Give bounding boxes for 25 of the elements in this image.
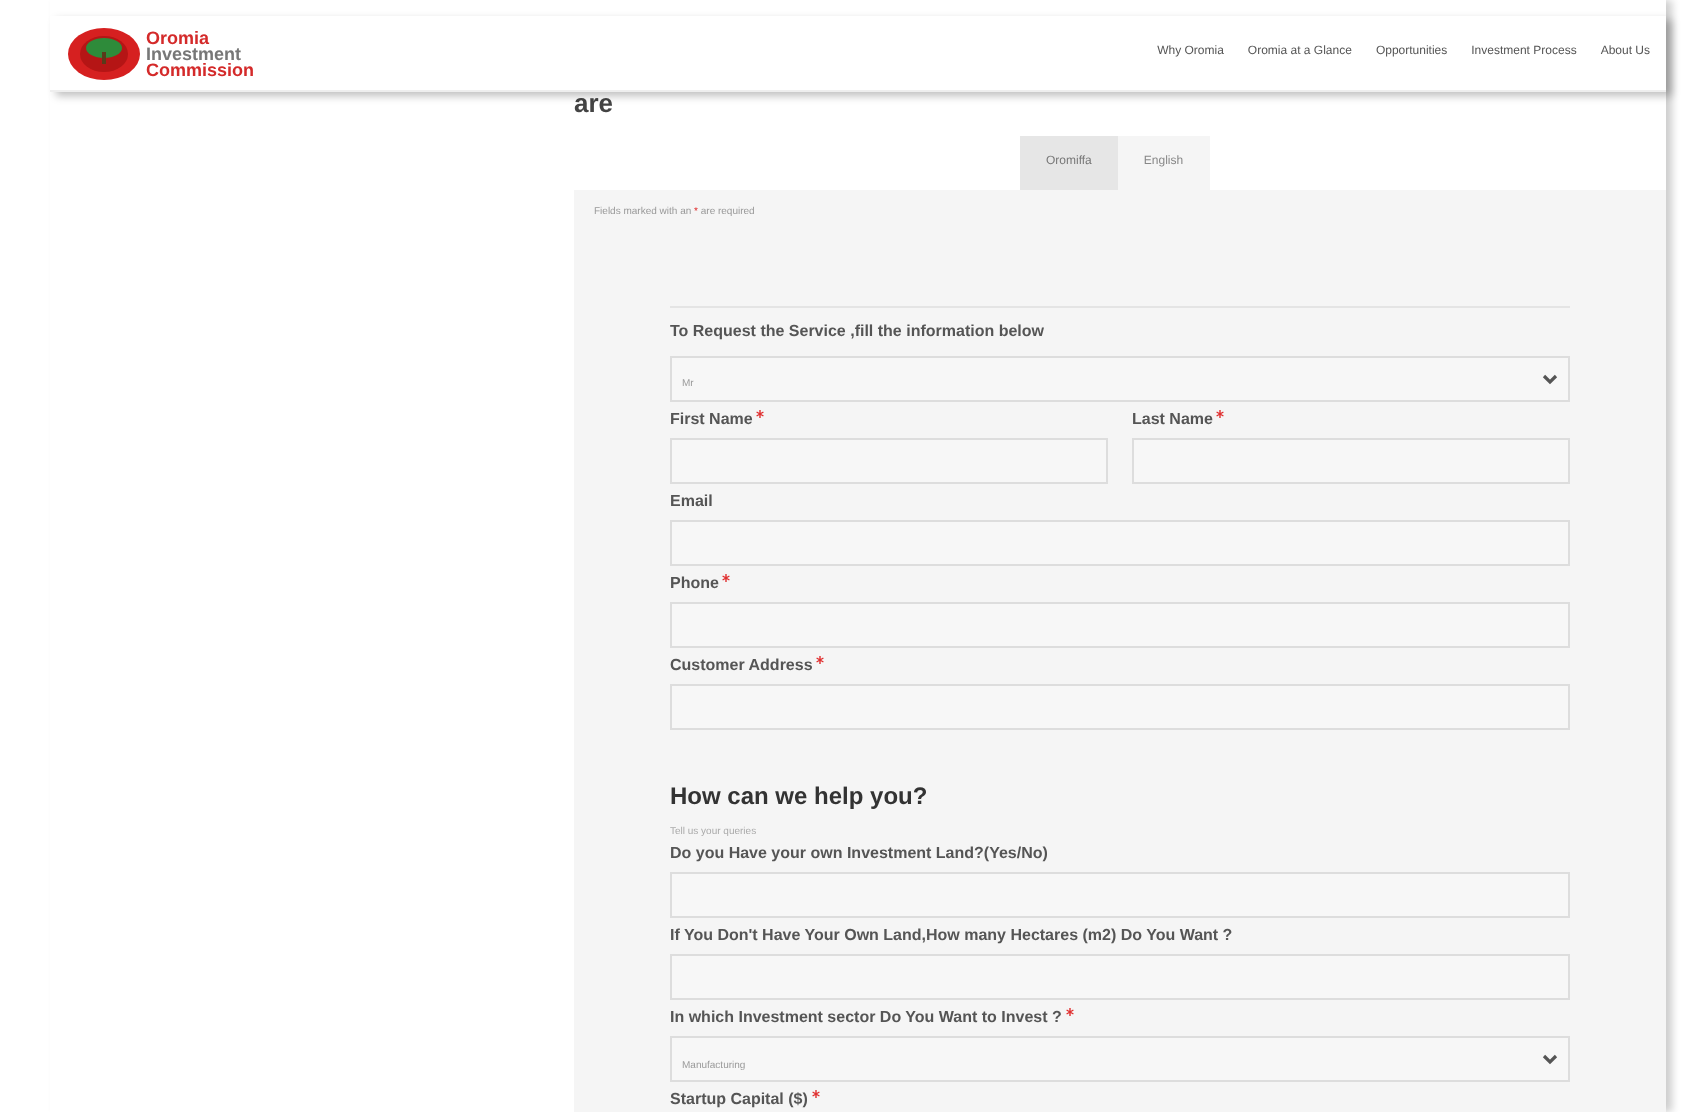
field-label: Last Name <box>1132 409 1213 429</box>
logo-text: Investment <box>146 45 242 61</box>
field-label: Phone <box>670 573 719 593</box>
input-field[interactable] <box>670 601 1570 647</box>
field-label: If You Don't Have Your Own Land,How many Hectares (m2) Do You Want ? <box>670 926 1233 946</box>
section-heading: How can we help you? <box>670 779 930 813</box>
field-label: In which Investment sector Do You Want to Invest ? <box>670 1008 1062 1028</box>
chevron-down-icon <box>1542 373 1558 385</box>
input-field[interactable] <box>670 954 1570 1000</box>
input-field[interactable] <box>1132 437 1570 483</box>
field-label: Do you Have your own Investment Land?(Yes/No) <box>670 844 1048 864</box>
field-label: Customer Address <box>670 655 813 675</box>
chevron-down-icon <box>1542 1054 1558 1066</box>
input-field[interactable] <box>670 683 1570 729</box>
logo-icon <box>66 25 142 81</box>
logo-text: Oromia <box>146 29 210 45</box>
form-intro: To Request the Service ,fill the information below <box>670 319 1046 343</box>
field-label: Email <box>670 491 713 511</box>
field-label: First Name <box>670 409 753 429</box>
input-field[interactable] <box>670 437 1108 483</box>
input-field[interactable] <box>670 872 1570 918</box>
input-field[interactable] <box>670 519 1570 565</box>
field-label: Startup Capital ($) <box>670 1090 808 1110</box>
logo-text: Commission <box>146 61 255 77</box>
page-heading: are <box>574 92 616 120</box>
